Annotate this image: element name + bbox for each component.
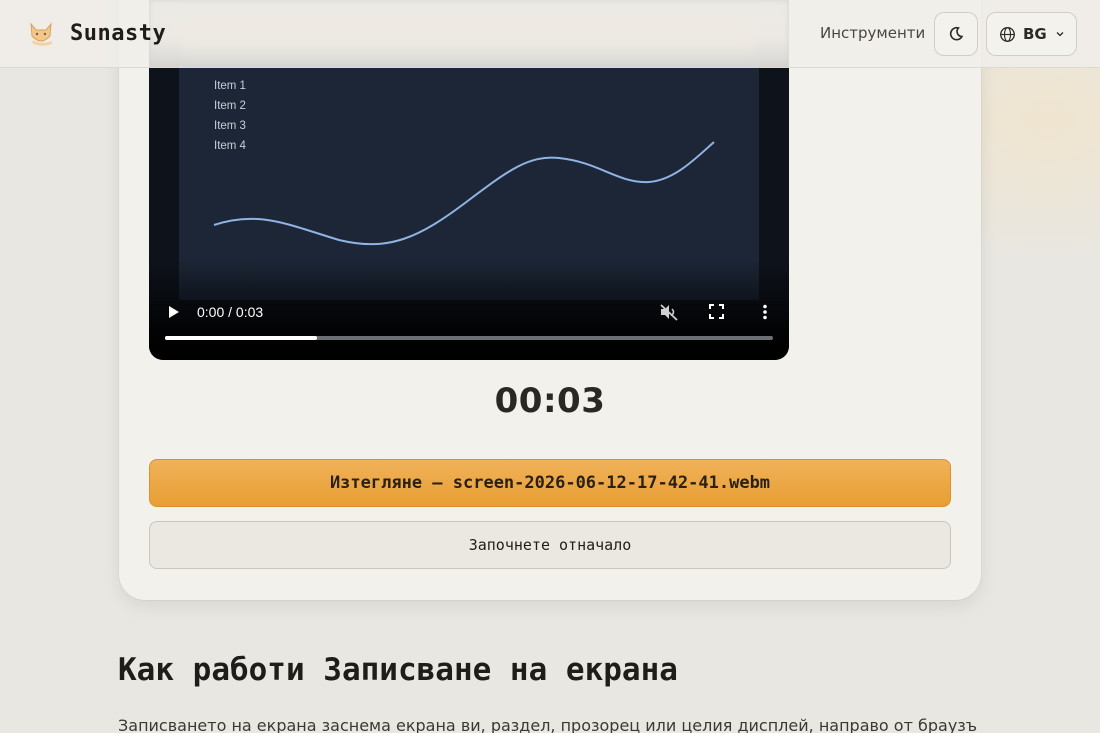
logo-link[interactable]: Sunasty bbox=[26, 18, 166, 48]
more-options-icon[interactable] bbox=[761, 304, 769, 320]
globe-icon bbox=[1000, 26, 1015, 42]
section-title: Как работи Записване на екрана bbox=[118, 652, 678, 688]
legend-item-4: Item 4 bbox=[214, 140, 246, 152]
legend-item-3: Item 3 bbox=[214, 120, 246, 132]
theme-toggle-button[interactable] bbox=[934, 12, 978, 56]
site-header: Sunasty Инструменти BG bbox=[0, 0, 1100, 68]
video-progress-fill bbox=[165, 336, 317, 340]
recording-timer: 00:03 bbox=[494, 381, 606, 421]
nav-tools-link[interactable]: Инструменти bbox=[820, 24, 925, 42]
chevron-down-icon bbox=[1056, 32, 1064, 37]
restart-button[interactable]: Започнете отначало bbox=[149, 521, 951, 569]
section-text: Записването на екрана заснема екрана ви,… bbox=[118, 716, 978, 733]
legend-item-2: Item 2 bbox=[214, 100, 246, 112]
download-button[interactable]: Изтегляне — screen-2026-06-12-17-42-41.w… bbox=[149, 459, 951, 507]
video-progress[interactable] bbox=[165, 336, 773, 340]
fullscreen-icon[interactable] bbox=[709, 304, 724, 319]
muted-icon[interactable] bbox=[659, 303, 679, 321]
video-time: 0:00 / 0:03 bbox=[197, 304, 264, 320]
moon-icon bbox=[949, 26, 964, 41]
brand-name: Sunasty bbox=[70, 20, 167, 46]
play-icon[interactable] bbox=[167, 305, 181, 319]
language-label: BG bbox=[1023, 25, 1047, 43]
language-selector[interactable]: BG bbox=[986, 12, 1077, 56]
legend-item-1: Item 1 bbox=[214, 80, 246, 92]
fox-logo-icon bbox=[30, 22, 52, 46]
